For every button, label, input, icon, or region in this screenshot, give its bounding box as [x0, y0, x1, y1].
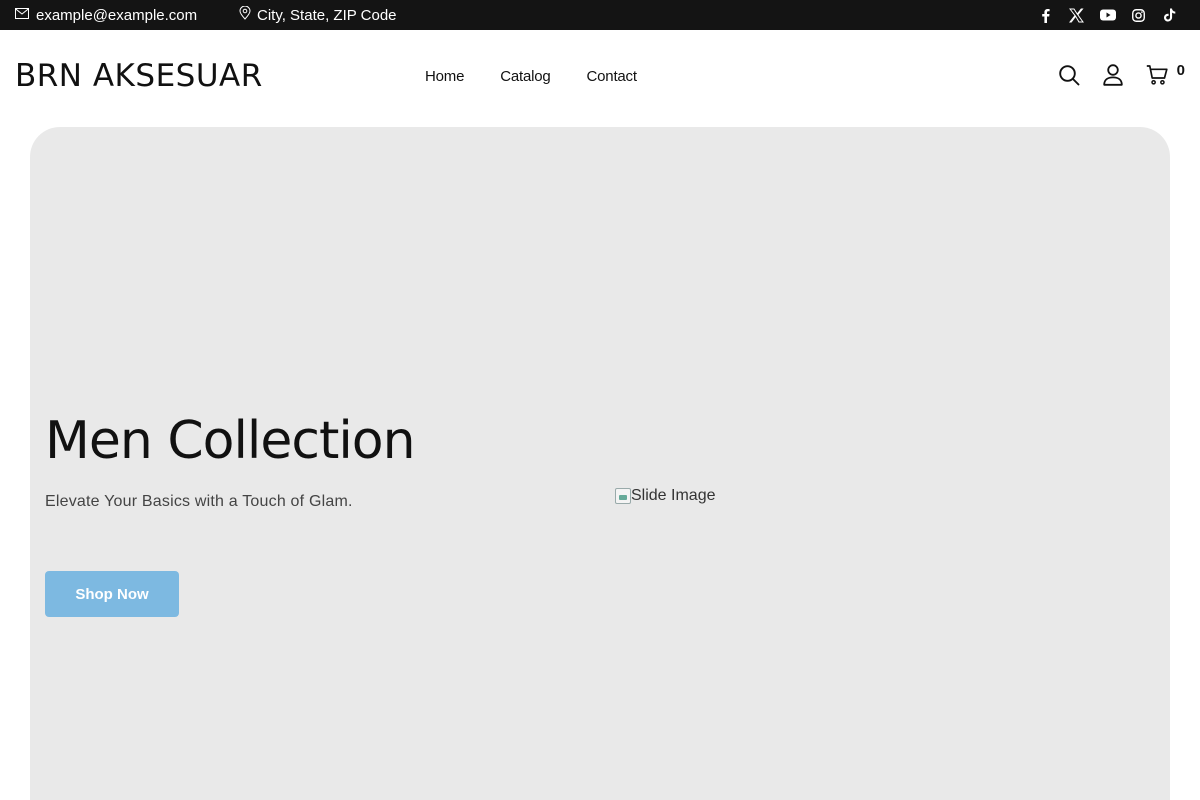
facebook-icon[interactable] — [1030, 0, 1061, 30]
broken-image-icon — [615, 488, 631, 504]
youtube-icon[interactable] — [1092, 0, 1123, 30]
header-actions — [1037, 63, 1185, 87]
contact-email[interactable]: example@example.com — [15, 0, 197, 30]
mail-icon — [15, 7, 36, 24]
slide-image-alt: Slide Image — [631, 487, 716, 504]
nav-item-catalog[interactable]: Catalog — [482, 68, 568, 85]
nav-item-home[interactable]: Home — [407, 68, 482, 85]
x-icon[interactable] — [1061, 0, 1092, 30]
instagram-icon[interactable] — [1123, 0, 1154, 30]
contact-location: City, State, ZIP Code — [239, 0, 397, 30]
map-pin-icon — [239, 5, 257, 24]
user-icon[interactable] — [1101, 63, 1125, 87]
email-text: example@example.com — [36, 6, 198, 24]
site-header: BRN AKSESUAR Home Catalog Contact 0 — [0, 30, 1200, 127]
search-icon[interactable] — [1057, 63, 1081, 87]
hero-subtitle: Elevate Your Basics with a Touch of Glam… — [45, 493, 353, 510]
slide-image: Slide Image — [615, 487, 716, 505]
social-links — [1030, 0, 1185, 30]
cart-count-badge: 0 — [1176, 62, 1185, 79]
tiktok-icon[interactable] — [1154, 0, 1185, 30]
shop-now-button[interactable]: Shop Now — [45, 571, 179, 617]
site-logo[interactable]: BRN AKSESUAR — [15, 58, 263, 94]
main-nav: Home Catalog Contact — [407, 68, 655, 85]
cart-icon[interactable] — [1145, 63, 1169, 87]
location-text: City, State, ZIP Code — [257, 6, 397, 24]
hero-slider: Men Collection Elevate Your Basics with … — [30, 127, 1170, 800]
nav-item-contact[interactable]: Contact — [569, 68, 655, 85]
top-bar: example@example.com City, State, ZIP Cod… — [0, 0, 1200, 30]
hero-title: Men Collection — [45, 411, 416, 471]
